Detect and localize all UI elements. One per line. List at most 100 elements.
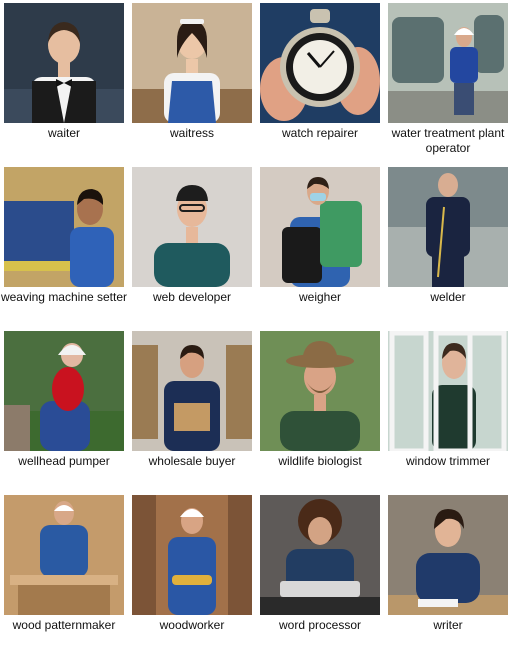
grid-cell: word processor bbox=[256, 492, 384, 656]
occupation-photo bbox=[260, 331, 380, 451]
occupation-label: waitress bbox=[169, 126, 214, 140]
photo-canvas bbox=[260, 3, 380, 123]
photo-headband bbox=[180, 19, 204, 24]
occupation-label: water treatment plant operator bbox=[391, 126, 505, 155]
photo-canvas bbox=[4, 167, 124, 287]
photo-paper bbox=[418, 599, 458, 607]
photo-shelf-left bbox=[132, 345, 158, 439]
photo-workbench bbox=[10, 575, 118, 585]
photo-wall-right bbox=[228, 495, 252, 615]
photo-legs bbox=[432, 255, 464, 287]
photo-tank-right bbox=[474, 15, 504, 73]
photo-shirt bbox=[154, 243, 230, 287]
occupation-photo bbox=[4, 167, 124, 287]
occupation-label: wholesale buyer bbox=[148, 454, 236, 468]
grid-cell: window trimmer bbox=[384, 328, 512, 492]
occupation-label: wildlife biologist bbox=[278, 454, 362, 468]
occupation-photo bbox=[260, 495, 380, 615]
occupation-label: wellhead pumper bbox=[18, 454, 110, 468]
photo-canvas bbox=[132, 495, 252, 615]
grid-cell: weaving machine setter bbox=[0, 164, 128, 328]
grid-cell: waitress bbox=[128, 0, 256, 164]
grid-cell: wellhead pumper bbox=[0, 328, 128, 492]
grid-cell: writer bbox=[384, 492, 512, 656]
photo-canvas bbox=[260, 495, 380, 615]
photo-bag-green bbox=[320, 201, 362, 267]
photo-head bbox=[54, 501, 74, 525]
occupation-photo bbox=[388, 3, 508, 123]
photo-desk bbox=[260, 597, 380, 615]
occupation-photo bbox=[388, 495, 508, 615]
occupation-photo bbox=[132, 167, 252, 287]
photo-canvas bbox=[260, 331, 380, 451]
occupation-label: welder bbox=[430, 290, 466, 304]
photo-wall-left bbox=[132, 495, 156, 615]
photo-canvas bbox=[4, 331, 124, 451]
grid-cell: web developer bbox=[128, 164, 256, 328]
photo-shirt bbox=[416, 553, 480, 603]
photo-typewriter bbox=[280, 581, 360, 597]
occupation-label: waiter bbox=[47, 126, 80, 140]
photo-canvas bbox=[132, 3, 252, 123]
photo-head bbox=[308, 517, 332, 545]
photo-canvas bbox=[260, 167, 380, 287]
photo-canvas bbox=[388, 495, 508, 615]
occupation-photo bbox=[4, 3, 124, 123]
grid-cell: waiter bbox=[0, 0, 128, 164]
photo-canvas bbox=[4, 3, 124, 123]
occupation-photo bbox=[388, 167, 508, 287]
occupation-label: wood patternmaker bbox=[12, 618, 116, 632]
occupation-label: word processor bbox=[278, 618, 362, 632]
occupation-photo bbox=[132, 331, 252, 451]
photo-canvas bbox=[132, 331, 252, 451]
photo-apron bbox=[168, 81, 216, 123]
photo-package bbox=[174, 403, 210, 431]
occupation-label: watch repairer bbox=[281, 126, 359, 140]
photo-canvas bbox=[4, 495, 124, 615]
photo-body bbox=[450, 47, 478, 83]
photo-red-pump bbox=[52, 367, 84, 411]
grid-cell: weigher bbox=[256, 164, 384, 328]
photo-gloves bbox=[172, 575, 212, 585]
grid-cell: water treatment plant operator bbox=[384, 0, 512, 164]
photo-workbench-legs bbox=[18, 585, 110, 615]
photo-canvas bbox=[388, 3, 508, 123]
photo-watch-crown bbox=[310, 9, 330, 23]
photo-shelf-right bbox=[226, 345, 252, 439]
occupation-label: weaving machine setter bbox=[0, 290, 128, 304]
grid-cell: woodworker bbox=[128, 492, 256, 656]
occupation-photo bbox=[132, 3, 252, 123]
grid-cell: welder bbox=[384, 164, 512, 328]
photo-suit bbox=[426, 197, 470, 257]
photo-canvas bbox=[388, 331, 508, 451]
photo-shirt bbox=[280, 411, 360, 451]
occupation-label: woodworker bbox=[159, 618, 225, 632]
occupation-label: window trimmer bbox=[405, 454, 490, 468]
grid-cell: wildlife biologist bbox=[256, 328, 384, 492]
grid-cell: watch repairer bbox=[256, 0, 384, 164]
occupation-photo bbox=[260, 3, 380, 123]
photo-neck bbox=[186, 59, 198, 73]
photo-shirt bbox=[40, 525, 88, 577]
occupation-photo bbox=[132, 495, 252, 615]
photo-ground bbox=[388, 91, 508, 123]
occupation-label: weigher bbox=[298, 290, 342, 304]
occupation-photo bbox=[388, 331, 508, 451]
photo-neck bbox=[186, 227, 198, 243]
photo-canvas bbox=[388, 167, 508, 287]
photo-canvas bbox=[132, 167, 252, 287]
photo-legs bbox=[454, 83, 474, 115]
photo-machine-frame bbox=[4, 261, 74, 271]
occupation-label: writer bbox=[433, 618, 463, 632]
occupation-photo bbox=[4, 331, 124, 451]
image-grid: waiter waitress watch repairer water tre… bbox=[0, 0, 512, 656]
grid-cell: wood patternmaker bbox=[0, 492, 128, 656]
grid-cell: wholesale buyer bbox=[128, 328, 256, 492]
photo-head bbox=[438, 173, 458, 197]
occupation-label: web developer bbox=[152, 290, 232, 304]
photo-box bbox=[4, 405, 30, 451]
occupation-photo bbox=[260, 167, 380, 287]
photo-machine bbox=[4, 201, 74, 261]
photo-body bbox=[70, 227, 114, 287]
photo-bag-dark bbox=[282, 227, 322, 283]
